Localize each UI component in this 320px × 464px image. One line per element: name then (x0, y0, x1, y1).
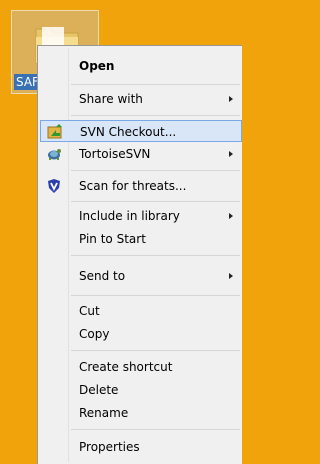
menu-item-label: Share with (79, 92, 143, 106)
menu-item-copy[interactable]: Copy (40, 323, 242, 345)
menu-item-label: SVN Checkout... (80, 125, 177, 139)
menu-item-pin-to-start[interactable]: Pin to Start (40, 228, 242, 250)
submenu-arrow-icon (229, 151, 233, 157)
menu-item-label: TortoiseSVN (79, 147, 151, 161)
submenu-arrow-icon (229, 213, 233, 219)
menu-item-svn-checkout[interactable]: SVN Checkout... (40, 120, 242, 142)
menu-item-label: Scan for threats... (79, 179, 187, 193)
menu-item-label: Send to (79, 269, 126, 283)
menu-item-label: Copy (79, 327, 110, 341)
shield-icon (48, 179, 60, 193)
menu-item-label: Rename (79, 406, 129, 420)
menu-item-delete[interactable]: Delete (40, 379, 242, 401)
menu-item-label: Open (79, 59, 115, 73)
menu-separator (71, 255, 240, 256)
menu-item-open[interactable]: Open (40, 55, 242, 77)
svn-checkout-icon (47, 124, 62, 139)
menu-item-scan-for-threats[interactable]: Scan for threats... (40, 175, 242, 197)
menu-item-share-with[interactable]: Share with (40, 88, 242, 110)
menu-separator (71, 429, 240, 430)
menu-item-cut[interactable]: Cut (40, 300, 242, 322)
menu-item-send-to[interactable]: Send to (40, 265, 242, 287)
menu-separator (71, 115, 240, 116)
menu-item-label: Create shortcut (79, 360, 173, 374)
menu-item-properties[interactable]: Properties (40, 436, 242, 458)
submenu-arrow-icon (229, 96, 233, 102)
menu-separator (71, 295, 240, 296)
menu-item-label: Cut (79, 304, 100, 318)
menu-separator (71, 170, 240, 171)
context-menu: Open Share with SVN Checkout... Tortoise… (37, 45, 242, 464)
menu-separator (71, 350, 240, 351)
menu-separator (71, 84, 240, 85)
menu-item-label: Properties (79, 440, 140, 454)
menu-separator (71, 201, 240, 202)
menu-item-label: Include in library (79, 209, 180, 223)
menu-item-include-in-library[interactable]: Include in library (40, 205, 242, 227)
menu-item-create-shortcut[interactable]: Create shortcut (40, 356, 242, 378)
menu-item-label: Pin to Start (79, 232, 146, 246)
tortoise-icon (48, 149, 61, 160)
submenu-arrow-icon (229, 273, 233, 279)
menu-item-tortoisesvn[interactable]: TortoiseSVN (40, 143, 242, 165)
menu-item-rename[interactable]: Rename (40, 402, 242, 424)
menu-item-label: Delete (79, 383, 119, 397)
